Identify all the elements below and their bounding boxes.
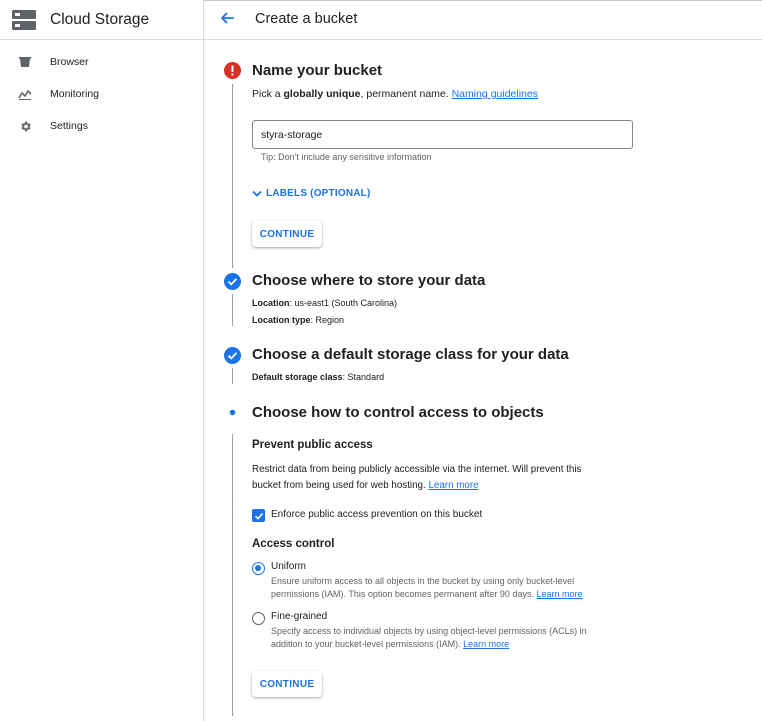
location-type-summary: Location type: Region: [252, 315, 345, 325]
uniform-description: Ensure uniform access to all objects in …: [271, 576, 583, 599]
check-circle-icon: [224, 347, 241, 364]
storage-product-icon: [12, 9, 36, 30]
step-title-location: Choose where to store your data: [252, 272, 486, 289]
product-title: Cloud Storage: [50, 10, 150, 28]
fine-grained-description: Specify access to individual objects by …: [271, 626, 587, 649]
checkmark-icon: [254, 512, 263, 520]
step-connector: [232, 434, 233, 716]
uniform-radio-label[interactable]: Uniform: [271, 561, 306, 572]
back-arrow-icon[interactable]: [218, 9, 236, 27]
naming-guidelines-link[interactable]: Naming guidelines: [452, 88, 538, 100]
check-circle-icon: [224, 273, 241, 290]
step-connector: [232, 84, 233, 268]
step-name-description: Pick a globally unique, permanent name. …: [252, 88, 538, 100]
step-connector: [232, 294, 233, 326]
sidebar-item-label: Settings: [50, 120, 88, 132]
enforce-prevention-checkbox[interactable]: [252, 509, 265, 522]
uniform-radio[interactable]: [252, 562, 265, 575]
step-title-storage-class: Choose a default storage class for your …: [252, 346, 569, 363]
labels-optional-toggle[interactable]: LABELS (OPTIONAL): [252, 188, 371, 199]
uniform-learn-more-link[interactable]: Learn more: [536, 589, 582, 599]
sidebar-item-label: Monitoring: [50, 88, 100, 100]
labels-toggle-label: LABELS (OPTIONAL): [266, 188, 371, 199]
access-control-heading: Access control: [252, 538, 335, 550]
prevent-learn-more-link[interactable]: Learn more: [428, 480, 478, 491]
fine-grained-radio[interactable]: [252, 612, 265, 625]
continue-button[interactable]: CONTINUE: [252, 671, 322, 697]
fine-grained-radio-label[interactable]: Fine-grained: [271, 611, 327, 622]
continue-button[interactable]: CONTINUE: [252, 221, 322, 247]
page-header: Create a bucket: [204, 0, 762, 40]
active-step-dot-icon: [229, 409, 236, 416]
gear-icon: [18, 119, 32, 133]
sidebar-item-label: Browser: [50, 56, 89, 68]
chevron-down-icon: [252, 190, 262, 197]
error-icon: [224, 62, 241, 79]
bucket-name-input[interactable]: [253, 121, 632, 148]
enforce-prevention-label[interactable]: Enforce public access prevention on this…: [271, 509, 482, 520]
bucket-name-field[interactable]: [252, 120, 633, 149]
chart-icon: [18, 87, 32, 101]
prevent-public-access-description: Restrict data from being publicly access…: [252, 464, 582, 491]
step-connector: [232, 368, 233, 384]
location-summary: Location: us-east1 (South Carolina): [252, 298, 398, 308]
fine-grained-learn-more-link[interactable]: Learn more: [463, 639, 509, 649]
page-title: Create a bucket: [255, 11, 358, 27]
bucket-name-tip: Tip: Don't include any sensitive informa…: [261, 152, 432, 162]
prevent-public-access-heading: Prevent public access: [252, 439, 373, 451]
step-title-name: Name your bucket: [252, 62, 383, 79]
sidebar-item-settings[interactable]: Settings: [0, 111, 203, 141]
sidebar-item-monitoring[interactable]: Monitoring: [0, 79, 203, 109]
sidebar: Cloud Storage Browser Monitoring Setting…: [0, 0, 204, 721]
storage-class-summary: Default storage class: Standard: [252, 372, 385, 382]
create-bucket-stepper: Name your bucket Pick a globally unique,…: [204, 40, 762, 721]
sidebar-header: Cloud Storage: [0, 0, 203, 40]
step-title-access: Choose how to control access to objects: [252, 404, 544, 421]
sidebar-item-browser[interactable]: Browser: [0, 47, 203, 77]
bucket-icon: [18, 55, 32, 69]
